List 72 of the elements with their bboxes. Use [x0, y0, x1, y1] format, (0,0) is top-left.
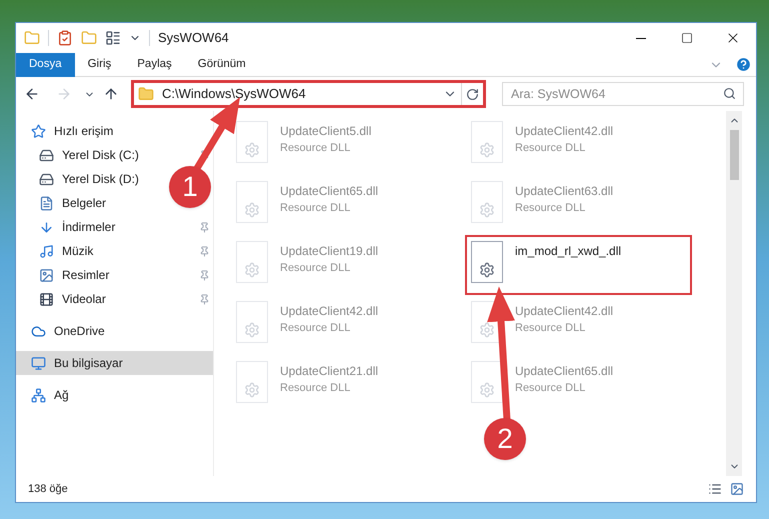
- star-icon: [31, 124, 46, 138]
- scrollbar[interactable]: [726, 111, 742, 476]
- dll-file-icon: [236, 301, 268, 343]
- item-count: 138 öğe: [28, 482, 68, 497]
- help-icon[interactable]: [735, 56, 752, 73]
- file-name: UpdateClient42.dll: [280, 303, 378, 320]
- sidebar-item[interactable]: Ağ: [16, 383, 166, 407]
- dll-file-icon: [236, 241, 268, 283]
- search-icon[interactable]: [723, 87, 736, 100]
- computer-icon: [31, 356, 46, 370]
- sidebar-item[interactable]: Hızlı erişim: [16, 119, 166, 143]
- sidebar-item[interactable]: Resimler: [16, 263, 166, 287]
- file-name: UpdateClient65.dll: [515, 363, 614, 380]
- window-title: SysWOW64: [158, 29, 229, 48]
- ribbon-tab[interactable]: Dosya: [16, 52, 75, 76]
- folder-icon: [138, 86, 154, 102]
- dll-file-icon: [471, 121, 503, 163]
- file-name: UpdateClient65.dll: [280, 183, 378, 200]
- up-icon[interactable]: [103, 86, 119, 102]
- video-icon: [39, 292, 54, 306]
- address-bar[interactable]: C:\Windows\SysWOW64: [131, 80, 486, 108]
- sidebar-item[interactable]: OneDrive: [16, 319, 166, 343]
- drive-icon: [39, 148, 54, 162]
- download-icon: [39, 220, 54, 234]
- file-name: UpdateClient42.dll: [515, 123, 614, 140]
- dll-file-icon: [471, 241, 503, 283]
- ribbon-tab[interactable]: Paylaş: [124, 52, 185, 76]
- file-type: Resource DLL: [515, 201, 586, 216]
- sidebar-item[interactable]: Müzik: [16, 239, 166, 263]
- file-type: Resource DLL: [280, 201, 352, 216]
- file-type: Resource DLL: [280, 321, 352, 336]
- ribbon-tab[interactable]: Giriş: [74, 52, 124, 76]
- file-name: UpdateClient5.dll: [280, 123, 372, 140]
- dll-file-icon: [236, 361, 268, 403]
- file-type: Resource DLL: [515, 141, 586, 156]
- file-type: Resource DLL: [280, 141, 352, 156]
- file-type: Resource DLL: [280, 261, 352, 276]
- maximize-icon: [681, 32, 693, 44]
- cloud-icon: [31, 324, 46, 338]
- sidebar-item[interactable]: Yerel Disk (C:): [16, 143, 166, 167]
- file-name: UpdateClient42.dll: [515, 303, 614, 320]
- sidebar-item[interactable]: Yerel Disk (D:): [16, 167, 166, 191]
- ribbon-tab[interactable]: Görünüm: [184, 52, 259, 76]
- dll-file-icon: [471, 181, 503, 223]
- music-icon: [39, 244, 54, 258]
- dll-file-icon: [236, 181, 268, 223]
- file-type: Resource DLL: [280, 381, 352, 396]
- large-icons-view-icon[interactable]: [730, 482, 744, 496]
- view-icon[interactable]: [105, 30, 121, 46]
- search-field[interactable]: Ara: SysWOW64: [502, 82, 744, 106]
- back-icon[interactable]: [24, 86, 40, 102]
- file-type: Resource DLL: [515, 381, 586, 396]
- sidebar-item[interactable]: Belgeler: [16, 191, 166, 215]
- file-name: UpdateClient63.dll: [515, 183, 614, 200]
- refresh-icon[interactable]: [466, 88, 479, 100]
- dll-file-icon: [471, 361, 503, 403]
- details-view-icon[interactable]: [708, 482, 722, 496]
- network-icon: [31, 388, 46, 402]
- file-name: UpdateClient19.dll: [280, 243, 378, 260]
- properties-icon[interactable]: [57, 30, 73, 46]
- file-name: im_mod_rl_xwd_.dll: [515, 243, 622, 260]
- sidebar-item[interactable]: Bu bilgisayar: [16, 351, 213, 375]
- picture-icon: [39, 268, 54, 282]
- sidebar-item[interactable]: Videolar: [16, 287, 166, 311]
- sidebar-item[interactable]: İndirmeler: [16, 215, 166, 239]
- drive-icon: [39, 172, 54, 186]
- file-type: Resource DLL: [515, 321, 586, 336]
- scroll-thumb[interactable]: [730, 130, 738, 180]
- file-item[interactable]: im_mod_rl_xwd_.dll: [465, 235, 692, 295]
- document-icon: [39, 196, 54, 210]
- dll-file-icon: [236, 121, 268, 163]
- file-name: UpdateClient21.dll: [280, 363, 378, 380]
